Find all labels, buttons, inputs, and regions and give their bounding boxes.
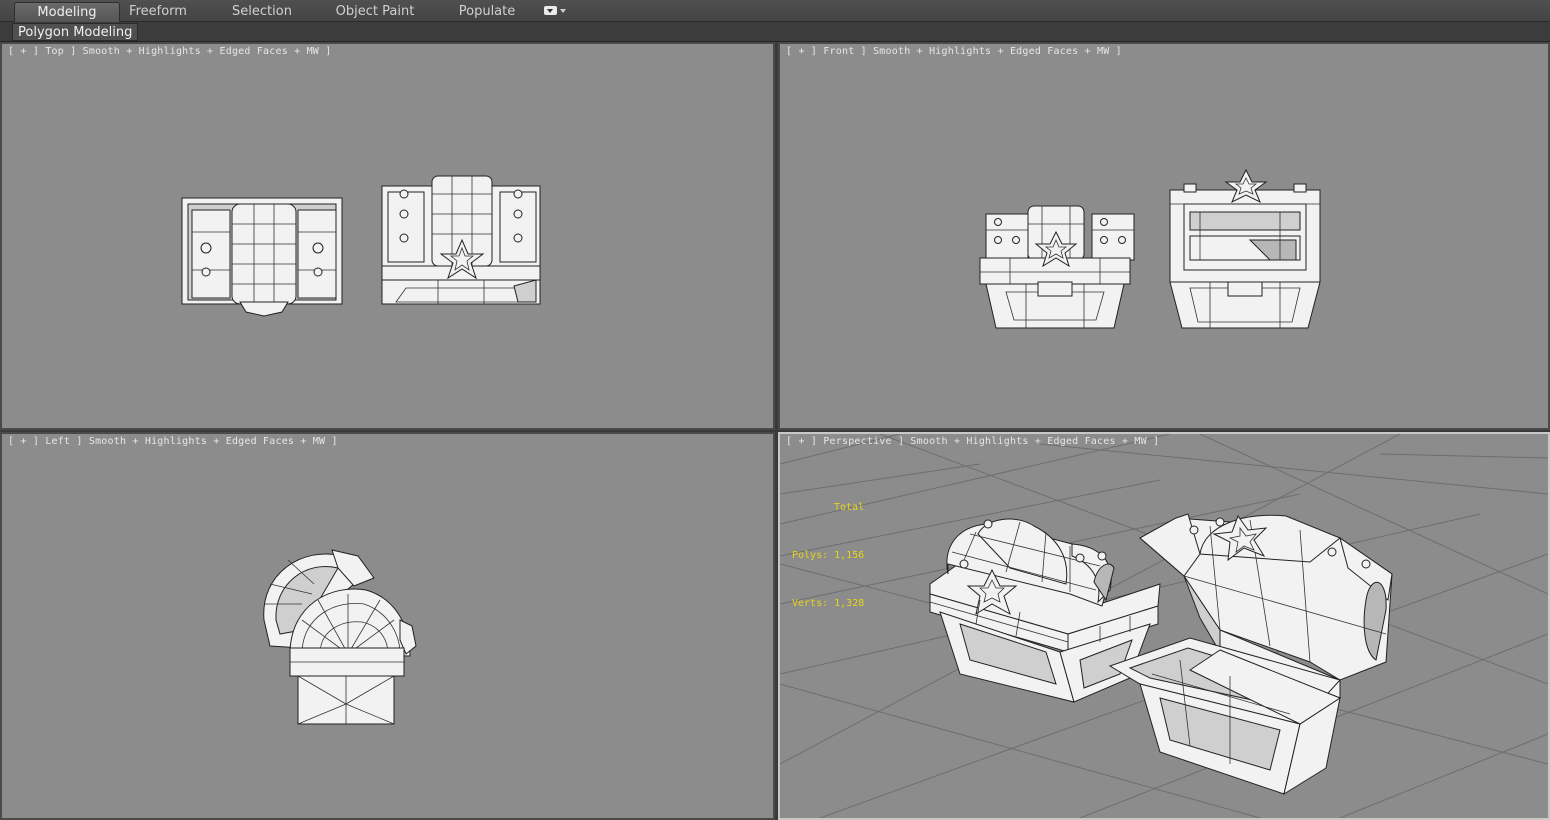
perspective-grid — [780, 434, 1548, 818]
stats-title: Total — [834, 502, 865, 513]
chests-left-view — [263, 549, 417, 725]
viewport-front[interactable]: [ + ] Front ] Smooth + Highlights + Edge… — [778, 42, 1550, 430]
top-view-scene — [181, 175, 541, 317]
stats-polys: Polys: 1,156 — [792, 550, 865, 561]
open-chest-perspective — [1108, 513, 1393, 796]
viewport-perspective[interactable]: [ + ] Perspective ] Smooth + Highlights … — [778, 432, 1550, 820]
chevron-down-icon — [560, 9, 566, 13]
open-chest-front-view — [1169, 168, 1321, 329]
open-chest-top-view — [381, 175, 541, 305]
ribbon-panel-bar: Polygon Modeling — [0, 22, 1550, 42]
viewport-left[interactable]: [ + ] Left ] Smooth + Highlights + Edged… — [0, 432, 775, 820]
front-view-scene — [979, 168, 1321, 329]
ribbon-options-icon — [544, 6, 557, 15]
left-view-scene — [263, 549, 417, 725]
ribbon-tab-bar: Modeling Freeform Selection Object Paint… — [0, 0, 1550, 22]
perspective-view-scene — [780, 434, 1548, 818]
closed-chest-front-view — [979, 205, 1135, 329]
viewport-perspective-label[interactable]: [ + ] Perspective ] Smooth + Highlights … — [786, 436, 1159, 447]
tab-modeling[interactable]: Modeling — [14, 2, 120, 22]
stats-verts: Verts: 1,328 — [792, 598, 865, 609]
tab-freeform[interactable]: Freeform — [120, 2, 196, 22]
tab-populate[interactable]: Populate — [452, 2, 522, 22]
ribbon-options-dropdown[interactable] — [544, 6, 566, 18]
polygon-modeling-panel[interactable]: Polygon Modeling — [12, 23, 139, 41]
viewport-top[interactable]: [ + ] Top ] Smooth + Highlights + Edged … — [0, 42, 775, 430]
tab-object-paint[interactable]: Object Paint — [330, 2, 420, 22]
scene-statistics: Total Polys: 1,156 Verts: 1,328 — [792, 468, 864, 644]
closed-chest-top-view — [181, 197, 343, 317]
tab-selection[interactable]: Selection — [218, 2, 306, 22]
